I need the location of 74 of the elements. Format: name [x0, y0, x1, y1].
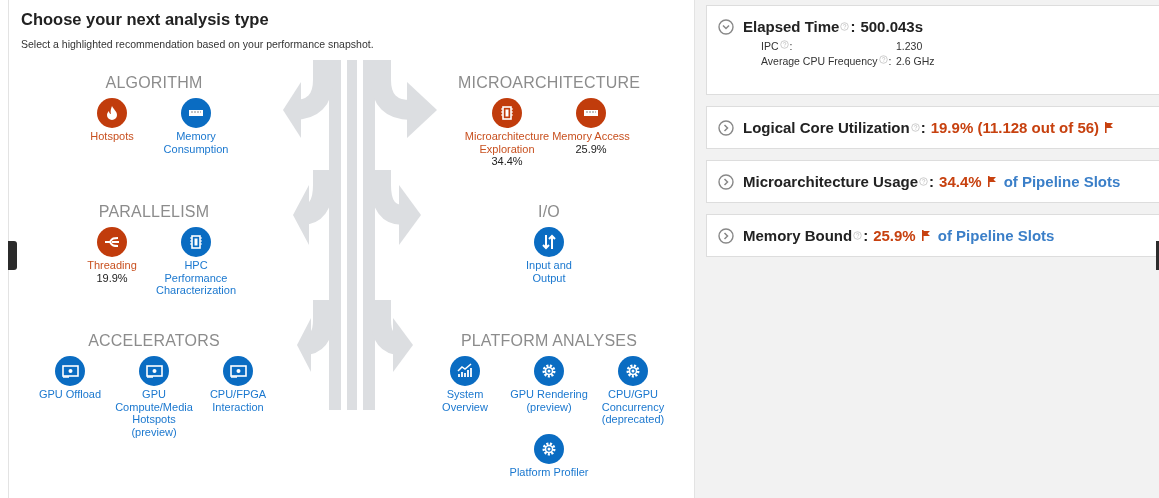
separator-colon: :	[888, 55, 892, 67]
analysis-tool[interactable]: CPU/FPGA Interaction	[198, 356, 278, 413]
metric-value: 1.230	[896, 40, 924, 52]
panel-title: Choose your next analysis type	[21, 10, 269, 29]
analysis-tool[interactable]: GPU Compute/Media Hotspots (preview)	[114, 356, 194, 438]
chart-icon	[450, 356, 480, 386]
analysis-tool[interactable]: Hotspots	[90, 98, 134, 143]
analysis-tool[interactable]: Memory Access	[552, 98, 630, 143]
splitter-handle[interactable]	[8, 241, 17, 270]
analysis-tool[interactable]: GPU Offload	[38, 356, 102, 401]
analysis-tool[interactable]: Threading	[87, 227, 137, 272]
gear-icon	[534, 433, 564, 464]
analysis-tool[interactable]: Microarchitecture Exploration	[464, 98, 550, 155]
io-icon	[534, 227, 564, 257]
card-icon	[223, 356, 253, 386]
expand-toggle[interactable]	[718, 119, 734, 136]
separator-colon: :	[850, 18, 856, 35]
group-title: PARALLELISM	[98, 203, 210, 221]
flag-icon	[920, 230, 930, 241]
analysis-tool[interactable]: Input and Output	[509, 227, 589, 284]
metric-label: Average CPU Frequency	[761, 55, 878, 67]
metric-unit: of Pipeline Slots	[1003, 173, 1121, 190]
expand-toggle[interactable]	[718, 18, 734, 35]
chip-icon	[492, 98, 522, 128]
metric-title: Elapsed Time	[743, 18, 840, 35]
metric-value: 19.9% (11.128 out of 56)	[930, 119, 1100, 136]
help-icon[interactable]	[779, 40, 789, 49]
flag-icon	[1104, 122, 1114, 133]
gear-icon	[534, 356, 564, 386]
help-icon[interactable]	[910, 123, 920, 132]
analysis-tool[interactable]: Platform Profiler	[509, 433, 589, 478]
analysis-tool[interactable]: CPU/GPU Concurrency (deprecated)	[593, 356, 673, 426]
panel-subtitle: Select a highlighted recommendation based on your performance snapshot.	[21, 38, 374, 50]
flag-icon	[986, 176, 996, 187]
tool-score: 34.4%	[491, 155, 523, 167]
help-icon[interactable]	[853, 231, 863, 240]
separator-colon: :	[929, 173, 935, 190]
metric-value: 500.043s	[860, 18, 923, 35]
flame-icon	[97, 98, 127, 128]
tool-score: 25.9%	[575, 142, 607, 155]
group-title: PLATFORM ANALYSES	[460, 332, 638, 350]
group-title: MICROARCHITECTURE	[457, 74, 641, 92]
memory-icon	[181, 98, 211, 128]
metric-label: IPC	[761, 40, 779, 52]
expand-toggle[interactable]	[718, 173, 734, 190]
gear-icon	[618, 356, 648, 386]
splitter-handle[interactable]	[1156, 241, 1159, 270]
metric-title: Microarchitecture Usage	[743, 173, 919, 190]
expand-toggle[interactable]	[718, 227, 734, 244]
metric-value: 34.4%	[939, 173, 982, 190]
metric-value: 2.6 GHz	[896, 55, 936, 67]
group-title: I/O	[538, 203, 560, 221]
threads-icon	[97, 227, 127, 257]
separator-colon: :	[789, 40, 793, 52]
metric-value: 25.9%	[873, 227, 916, 244]
metric-title: Memory Bound	[743, 227, 853, 244]
analysis-tool[interactable]: HPC Performance Characterization	[155, 227, 237, 297]
group-title: ACCELERATORS	[88, 332, 220, 350]
help-icon[interactable]	[878, 55, 888, 64]
tool-score: 19.9%	[96, 271, 128, 284]
memory-icon	[576, 98, 606, 128]
metric-title: Logical Core Utilization	[743, 119, 910, 136]
analysis-tool[interactable]: Memory Consumption	[156, 98, 236, 155]
card-icon	[139, 356, 169, 386]
metric-unit: of Pipeline Slots	[937, 227, 1055, 244]
help-icon[interactable]	[919, 177, 929, 186]
analysis-tool[interactable]: GPU Rendering (preview)	[509, 356, 589, 413]
analysis-tool[interactable]: System Overview	[425, 356, 505, 413]
group-title: ALGORITHM	[105, 74, 203, 92]
separator-colon: :	[863, 227, 869, 244]
chip-icon	[181, 227, 211, 257]
separator-colon: :	[920, 119, 926, 136]
help-icon[interactable]	[840, 22, 850, 31]
card-icon	[55, 356, 85, 386]
